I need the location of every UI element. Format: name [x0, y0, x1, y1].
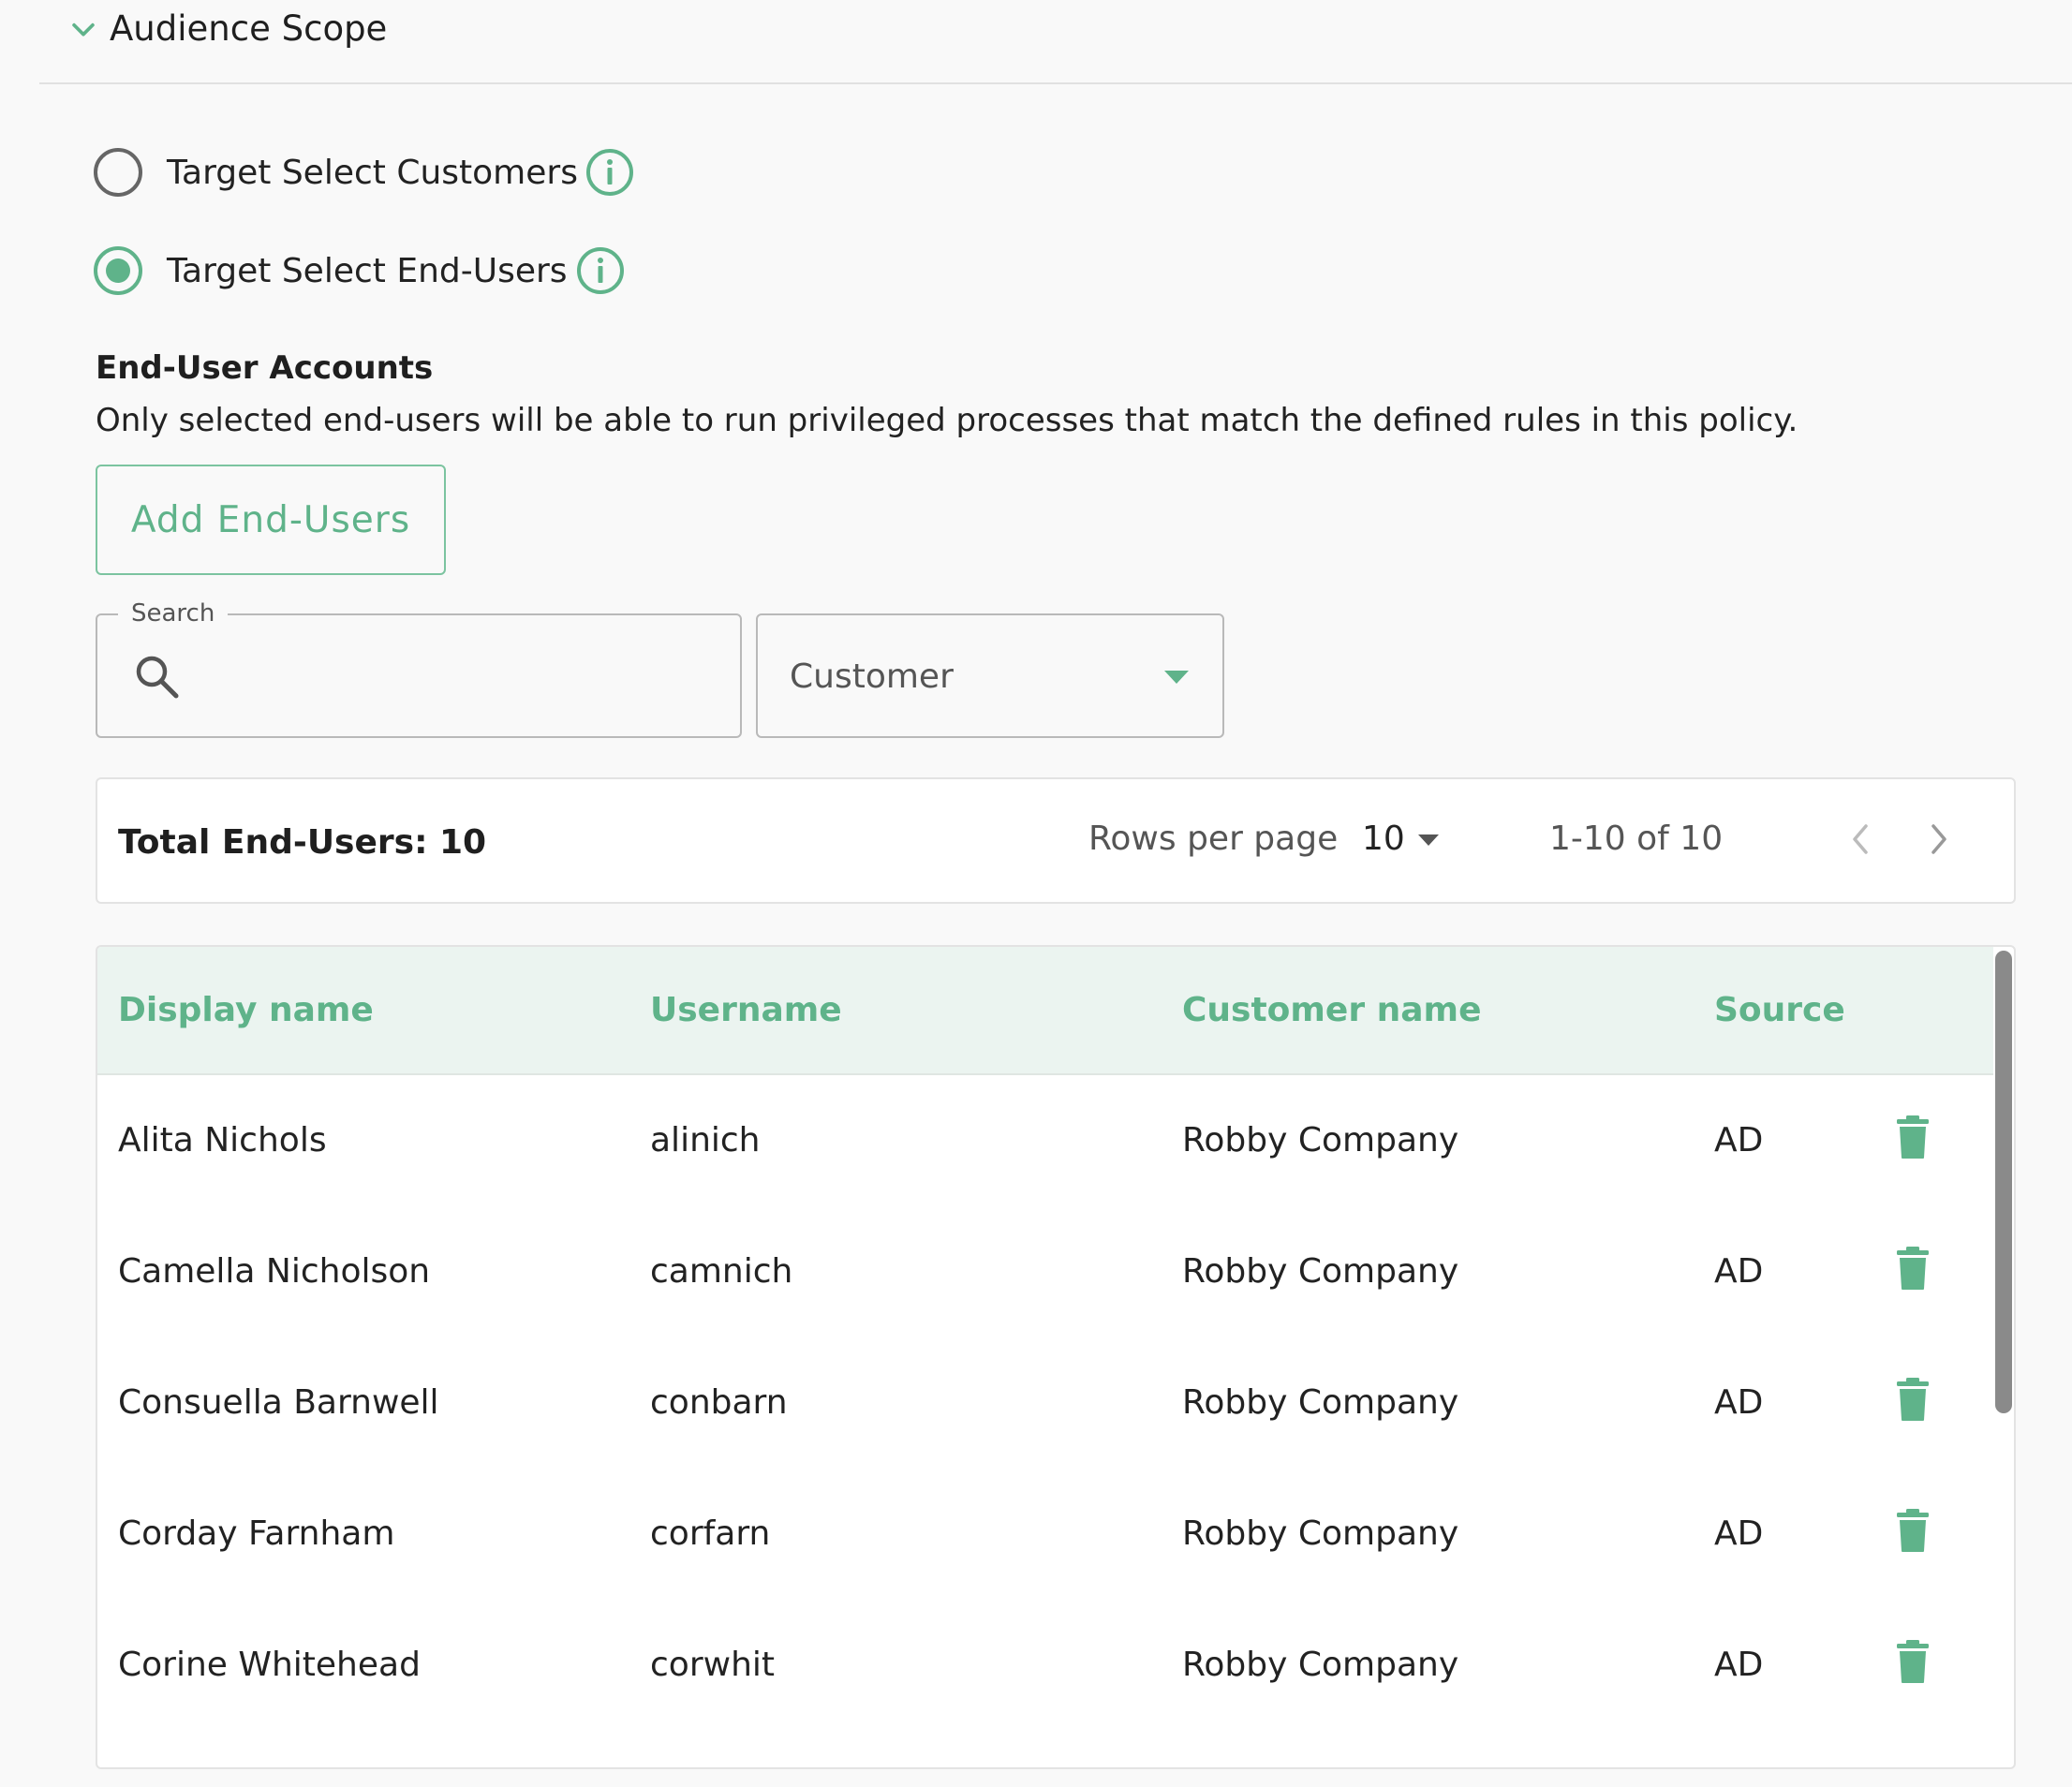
- column-header-customer-name[interactable]: Customer name: [1182, 988, 1481, 1033]
- table-row: Alita Nichols alinich Robby Company AD: [97, 1075, 1993, 1206]
- radio-button-unchecked[interactable]: [94, 148, 142, 197]
- cell-username: camnich: [650, 1252, 793, 1291]
- cell-username: alinich: [650, 1121, 761, 1159]
- trash-icon[interactable]: [1896, 1115, 1930, 1159]
- info-icon[interactable]: [585, 148, 634, 197]
- cell-username: conbarn: [650, 1383, 788, 1422]
- end-user-accounts-description: Only selected end-users will be able to …: [96, 402, 1798, 439]
- cell-customer-name: Robby Company: [1182, 1121, 1459, 1159]
- trash-icon[interactable]: [1896, 1246, 1930, 1291]
- table-row: Consuella Barnwell conbarn Robby Company…: [97, 1337, 1993, 1469]
- table-row: Camella Nicholson camnich Robby Company …: [97, 1206, 1993, 1337]
- radio-target-customers[interactable]: Target Select Customers: [94, 145, 656, 201]
- radio-label-end-users: Target Select End-Users: [167, 252, 568, 290]
- column-header-username[interactable]: Username: [650, 988, 842, 1033]
- table-summary-bar: Total End-Users: 10 Rows per page 10 1-1…: [96, 777, 2016, 904]
- rows-per-page-label: Rows per page: [1088, 820, 1339, 858]
- cell-source: AD: [1714, 1514, 1764, 1553]
- table-scrollbar[interactable]: [1995, 951, 2012, 1413]
- cell-customer-name: Robby Company: [1182, 1252, 1459, 1291]
- table-body: Alita Nichols alinich Robby Company AD C…: [97, 1075, 1993, 1731]
- cell-customer-name: Robby Company: [1182, 1514, 1459, 1553]
- caret-down-icon[interactable]: [1414, 830, 1443, 850]
- cell-customer-name: Robby Company: [1182, 1646, 1459, 1684]
- info-icon[interactable]: [576, 246, 625, 295]
- radio-label-customers: Target Select Customers: [167, 154, 578, 192]
- search-icon: [136, 656, 179, 699]
- cell-source: AD: [1714, 1646, 1764, 1684]
- cell-source: AD: [1714, 1383, 1764, 1422]
- chevron-down-icon[interactable]: [67, 13, 99, 45]
- cell-username: corfarn: [650, 1514, 771, 1553]
- chevron-left-icon[interactable]: [1842, 815, 1879, 864]
- radio-target-end-users[interactable]: Target Select End-Users: [94, 244, 656, 300]
- cell-customer-name: Robby Company: [1182, 1383, 1459, 1422]
- section-title: Audience Scope: [110, 8, 388, 49]
- trash-icon[interactable]: [1896, 1639, 1930, 1684]
- end-user-accounts-title: End-User Accounts: [96, 349, 434, 387]
- end-users-table: Display name Username Customer name Sour…: [96, 945, 2016, 1769]
- customer-select-value: Customer: [790, 657, 954, 696]
- column-header-display-name[interactable]: Display name: [118, 988, 374, 1033]
- section-header[interactable]: Audience Scope: [39, 0, 2072, 84]
- total-end-users: Total End-Users: 10: [118, 823, 487, 862]
- cell-display-name: Consuella Barnwell: [118, 1383, 439, 1422]
- add-end-users-button[interactable]: Add End-Users: [96, 465, 446, 575]
- pagination-range: 1-10 of 10: [1549, 820, 1724, 858]
- customer-select[interactable]: Customer: [756, 613, 1224, 738]
- cell-display-name: Corine Whitehead: [118, 1646, 421, 1684]
- cell-source: AD: [1714, 1252, 1764, 1291]
- table-row: Corday Farnham corfarn Robby Company AD: [97, 1469, 1993, 1600]
- table-row: Corine Whitehead corwhit Robby Company A…: [97, 1600, 1993, 1731]
- search-label: Search: [118, 595, 229, 632]
- cell-display-name: Camella Nicholson: [118, 1252, 431, 1291]
- caret-down-icon: [1164, 671, 1189, 684]
- trash-icon[interactable]: [1896, 1508, 1930, 1553]
- radio-button-checked[interactable]: [94, 246, 142, 295]
- cell-source: AD: [1714, 1121, 1764, 1159]
- cell-username: corwhit: [650, 1646, 775, 1684]
- table-header: Display name Username Customer name Sour…: [97, 947, 1993, 1075]
- audience-scope-panel: Audience Scope Target Select Customers T…: [0, 0, 2072, 1787]
- trash-icon[interactable]: [1896, 1377, 1930, 1422]
- cell-display-name: Alita Nichols: [118, 1121, 327, 1159]
- rows-per-page-select[interactable]: 10: [1362, 817, 1405, 862]
- cell-display-name: Corday Farnham: [118, 1514, 395, 1553]
- column-header-source[interactable]: Source: [1714, 988, 1845, 1033]
- search-input[interactable]: Search: [96, 595, 742, 738]
- chevron-right-icon[interactable]: [1920, 815, 1958, 864]
